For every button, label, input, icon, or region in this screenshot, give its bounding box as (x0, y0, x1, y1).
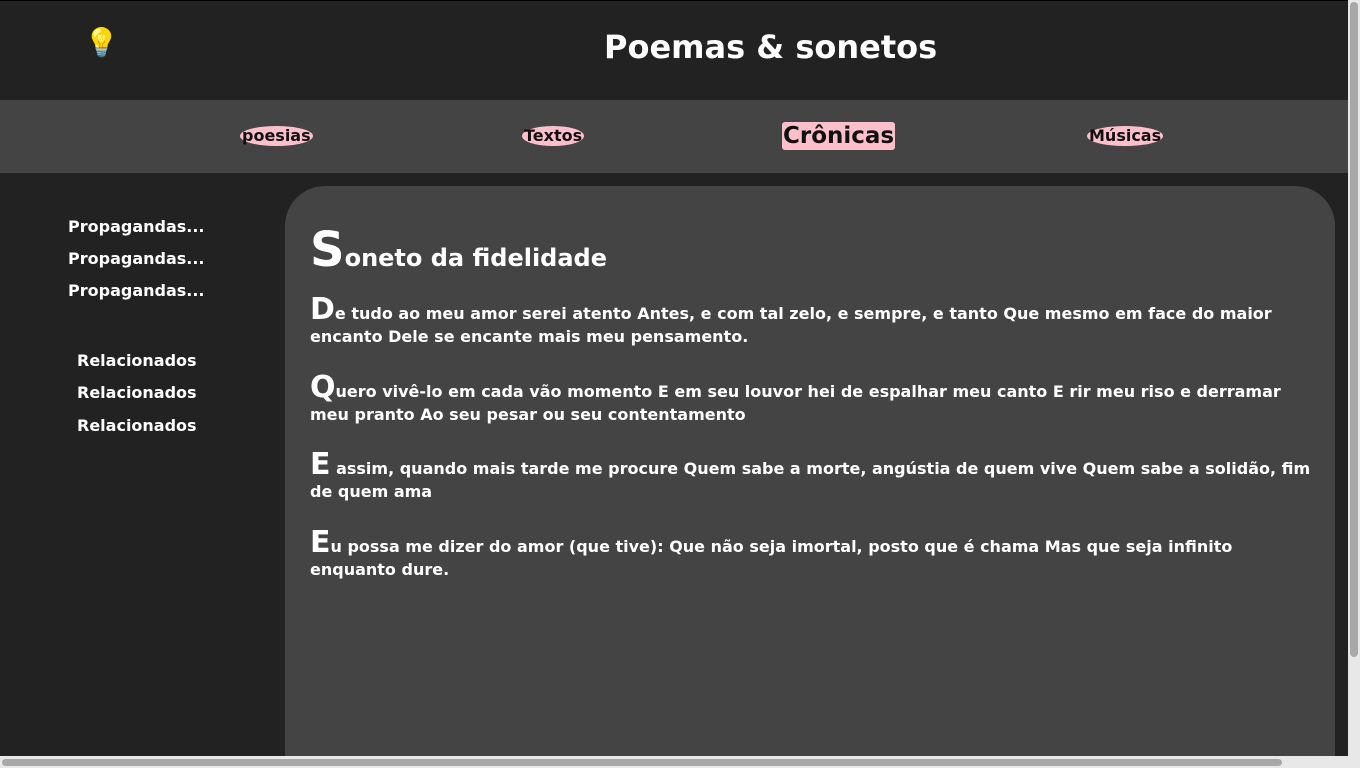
stanza-initial: Q (310, 370, 336, 405)
nav-item-musicas[interactable]: Músicas (1087, 126, 1164, 146)
stanza-text: uero vivê-lo em cada vão momento E em se… (310, 382, 1281, 424)
stanza: Eu possa me dizer do amor (que tive): Qu… (310, 528, 1320, 581)
stanza-initial: E (310, 525, 331, 560)
sidebar-ad-link[interactable]: Propagandas... (68, 281, 205, 301)
lightbulb-icon[interactable]: 💡 (84, 25, 119, 61)
sidebar-related-link[interactable]: Relacionados (77, 416, 197, 436)
nav-item-poesias[interactable]: poesias (240, 126, 313, 146)
stanza-text: u possa me dizer do amor (que tive): Que… (310, 537, 1233, 579)
horizontal-scrollbar[interactable] (0, 756, 1348, 768)
stanza: Quero vivê-lo em cada vão momento E em s… (310, 373, 1320, 426)
stanza: De tudo ao meu amor serei atento Antes, … (310, 295, 1320, 348)
nav-item-textos[interactable]: Textos (522, 126, 585, 146)
vertical-scrollbar[interactable] (1348, 0, 1360, 768)
sidebar-related-link[interactable]: Relacionados (77, 383, 197, 403)
stanza-initial: E (310, 447, 331, 482)
poem-title: Soneto da fidelidade (310, 222, 607, 278)
sidebar-related-link[interactable]: Relacionados (77, 351, 197, 371)
stanza-initial: D (310, 292, 335, 327)
stanza-text: assim, quando mais tarde me procure Quem… (310, 459, 1311, 501)
sidebar-ad-link[interactable]: Propagandas... (68, 249, 205, 269)
title-text: oneto da fidelidade (344, 244, 608, 272)
stanza: E assim, quando mais tarde me procure Qu… (310, 450, 1320, 503)
nav-item-cronicas[interactable]: Crônicas (782, 122, 896, 150)
sidebar-ad-link[interactable]: Propagandas... (68, 217, 205, 237)
stanza-text: e tudo ao meu amor serei atento Antes, e… (310, 304, 1272, 346)
vertical-scrollbar-thumb[interactable] (1350, 2, 1358, 657)
header: 💡 Poemas & sonetos (0, 0, 1348, 100)
page: 💡 Poemas & sonetos poesias Textos Crônic… (0, 0, 1348, 756)
horizontal-scrollbar-thumb[interactable] (2, 759, 1282, 766)
title-initial: S (310, 222, 345, 278)
site-title: Poemas & sonetos (604, 28, 938, 66)
poem-content: Soneto da fidelidade De tudo ao meu amor… (285, 186, 1335, 756)
